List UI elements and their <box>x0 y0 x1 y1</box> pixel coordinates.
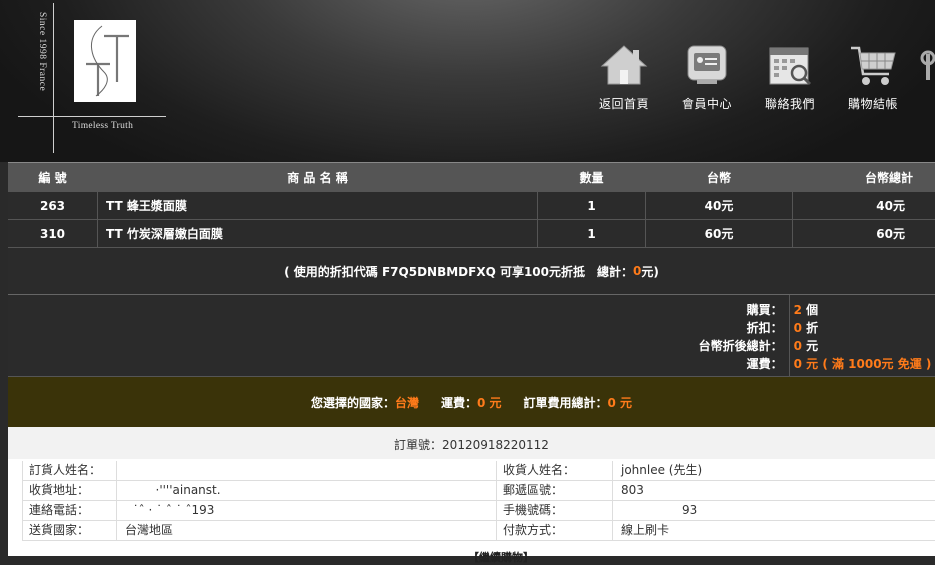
order-total-label: 訂單費用總計： <box>523 395 608 410</box>
col-header-total: 台幣總計 <box>864 170 913 185</box>
logo-tagline: Timeless Truth <box>72 121 134 131</box>
coupon-text: ( 使用的折扣代碼 F7Q5DNBMDFXQ 可享100元折抵 總計： <box>284 264 633 279</box>
country-label: 您選擇的國家： <box>310 395 395 410</box>
nav-member-label: 會員中心 <box>681 97 732 111</box>
order-summary: 購買： 折扣： 台幣折後總計： 運費： 2 個 0 折 0 元 0 元 ( 滿 … <box>8 295 935 377</box>
delivery-country-label: 送貨國家： <box>22 521 116 540</box>
discount-unit: 折 <box>801 321 819 335</box>
item-price: 60元 <box>646 220 793 247</box>
receiver-name-value: johnlee (先生) <box>612 461 922 480</box>
info-row: 連絡電話： ˙ˆ · ˙ ˆ ˙ ˆ193 手機號碼： 93 <box>22 501 935 521</box>
country-shipping-bar: 您選擇的國家： 台灣 運費： 0 元 訂單費用總計： 0 元 <box>8 377 935 427</box>
wrench-icon <box>920 50 935 80</box>
payment-method-value: 線上刷卡 <box>612 521 922 540</box>
bought-unit: 個 <box>801 303 819 317</box>
continue-shopping-link[interactable]: 【繼續購物】 <box>468 549 534 565</box>
site-header: Since 1998 France Timeless Truth 返回首頁 會員… <box>0 0 935 162</box>
shipping-label: 運費： <box>746 357 783 371</box>
home-icon <box>600 45 648 85</box>
phone-value: ˙ˆ · ˙ ˆ ˙ ˆ193 <box>116 501 496 520</box>
member-card-icon <box>687 45 727 84</box>
cart-header-row: 編 號 商 品 名 稱 數量 台幣 台幣總計 <box>8 162 935 192</box>
item-qty: 1 <box>538 220 646 247</box>
postal-code-value: 803 <box>612 481 922 500</box>
address-label: 收貨地址： <box>22 481 116 500</box>
mobile-value: 93 <box>612 501 922 520</box>
table-row: 263 TT 蜂王漿面膜 1 40元 40元 <box>8 192 935 220</box>
shopping-cart-icon <box>851 46 896 85</box>
item-id: 263 <box>8 192 98 219</box>
nav-home[interactable]: 返回首頁 <box>589 42 659 112</box>
info-row: 送貨國家： 台灣地區 付款方式： 線上刷卡 <box>22 521 935 541</box>
after-discount-unit: 元 <box>801 339 819 353</box>
postal-code-label: 郵遞區號： <box>496 481 612 500</box>
phone-label: 連絡電話： <box>22 501 116 520</box>
discount-value: 0 <box>793 321 802 335</box>
receiver-name-label: 收貨人姓名： <box>496 461 612 480</box>
contact-calendar-icon <box>769 47 812 86</box>
bought-count: 2 <box>793 303 802 317</box>
order-number: 訂單號：20120918220112 <box>8 427 935 462</box>
col-header-qty: 數量 <box>538 163 646 191</box>
table-row: 310 TT 竹炭深層嫩白面膜 1 60元 60元 <box>8 220 935 248</box>
item-name[interactable]: TT 竹炭深層嫩白面膜 <box>98 220 538 247</box>
tt-logo-mark-icon <box>86 25 129 97</box>
nav-checkout-label: 購物結帳 <box>847 97 898 111</box>
cart-table: 編 號 商 品 名 稱 數量 台幣 台幣總計 263 TT 蜂王漿面膜 1 40… <box>8 162 935 462</box>
item-qty: 1 <box>538 192 646 219</box>
fee-label: 運費： <box>440 395 477 410</box>
delivery-country-value: 台灣地區 <box>116 521 496 540</box>
brand-logo[interactable] <box>74 20 136 102</box>
payment-method-label: 付款方式： <box>496 521 612 540</box>
col-header-price: 台幣 <box>646 163 793 191</box>
nav-extra-partial[interactable] <box>920 50 935 90</box>
order-total-value: 0 元 <box>607 395 633 410</box>
bought-label: 購買： <box>746 303 783 317</box>
address-value: ·''''ainanst. <box>116 481 496 500</box>
mobile-label: 手機號碼： <box>496 501 612 520</box>
nav-checkout[interactable]: 購物結帳 <box>838 42 908 112</box>
after-discount-label: 台幣折後總計： <box>698 339 783 353</box>
customer-info-panel: 訂貨人姓名： 收貨人姓名： johnlee (先生) 收貨地址： ·''''ai… <box>8 459 935 564</box>
item-price: 40元 <box>646 192 793 219</box>
item-total: 60元 <box>876 227 905 241</box>
item-name[interactable]: TT 蜂王漿面膜 <box>98 192 538 219</box>
logo-horizontal-line <box>18 116 166 117</box>
shipping-value: 0 元 ( 滿 1000元 免運 ) <box>793 357 932 371</box>
orderer-name-label: 訂貨人姓名： <box>22 461 116 480</box>
nav-contact-label: 聯絡我們 <box>764 97 815 111</box>
nav-contact[interactable]: 聯絡我們 <box>755 42 825 112</box>
after-discount-value: 0 <box>793 339 802 353</box>
info-row: 訂貨人姓名： 收貨人姓名： johnlee (先生) <box>22 461 935 481</box>
col-header-name: 商 品 名 稱 <box>98 163 538 191</box>
logo-vertical-line <box>53 3 54 153</box>
summary-values: 2 個 0 折 0 元 0 元 ( 滿 1000元 免運 ) <box>790 295 935 376</box>
country-value: 台灣 <box>394 395 419 410</box>
item-id: 310 <box>8 220 98 247</box>
summary-labels: 購買： 折扣： 台幣折後總計： 運費： <box>8 295 790 376</box>
coupon-line: ( 使用的折扣代碼 F7Q5DNBMDFXQ 可享100元折抵 總計： 0 元) <box>8 248 935 295</box>
fee-value: 0 元 <box>476 395 502 410</box>
logo-since-text: Since 1998 France <box>37 12 47 92</box>
col-header-id: 編 號 <box>8 163 98 191</box>
info-row: 收貨地址： ·''''ainanst. 郵遞區號： 803 <box>22 481 935 501</box>
discount-label: 折扣： <box>746 321 783 335</box>
customer-info-grid: 訂貨人姓名： 收貨人姓名： johnlee (先生) 收貨地址： ·''''ai… <box>22 461 935 541</box>
nav-home-label: 返回首頁 <box>598 97 649 111</box>
orderer-name-value <box>116 461 496 480</box>
coupon-amount: 0 <box>633 264 642 278</box>
item-total: 40元 <box>876 199 905 213</box>
coupon-suffix: 元) <box>641 264 659 279</box>
nav-member-center[interactable]: 會員中心 <box>672 42 742 112</box>
